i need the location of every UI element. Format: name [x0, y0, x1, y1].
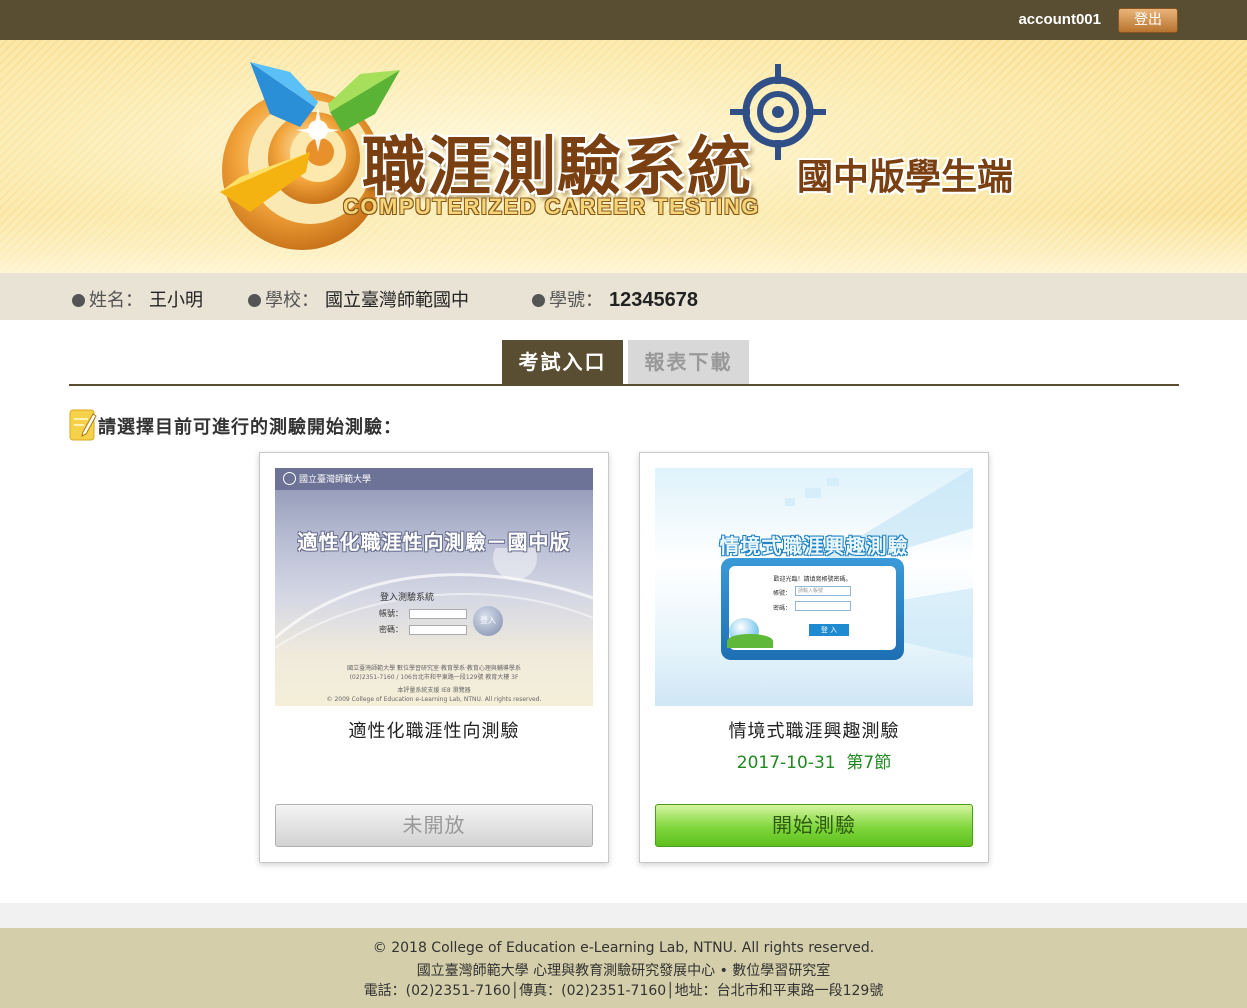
- id-label: 學號：: [549, 290, 603, 311]
- thumb-account-field: 請輸入帳號: [795, 586, 851, 596]
- student-name: 姓名： 王小明: [72, 286, 203, 312]
- test-title: 情境式職涯興趣測驗: [728, 721, 900, 742]
- target-icon: [730, 64, 826, 160]
- student-school: 學校： 國立臺灣師範國中: [248, 286, 469, 312]
- banner-english-title: COMPUTERIZED CAREER TESTING: [343, 194, 760, 219]
- name-value: 王小明: [149, 290, 203, 311]
- footer: © 2018 College of Education e-Learning L…: [0, 928, 1247, 1008]
- thumb-form-title: 登入測驗系統: [380, 593, 435, 603]
- test-date: 2017-10-31: [736, 753, 836, 773]
- school-label: 學校：: [265, 290, 319, 311]
- logout-button[interactable]: 登出: [1118, 8, 1178, 33]
- student-info-bar: 姓名： 王小明 學校： 國立臺灣師範國中 學號： 12345678: [0, 273, 1247, 320]
- not-open-button[interactable]: 未開放: [275, 804, 593, 847]
- name-label: 姓名：: [89, 290, 143, 311]
- banner-subtitle: 國中版學生端: [797, 156, 1014, 198]
- thumb-title: 情境式職涯興趣測驗: [719, 534, 909, 558]
- test-session: 第7節: [846, 753, 892, 773]
- student-id: 學號： 12345678: [532, 286, 698, 312]
- test-thumbnail-aptitude: 國立臺灣師範大學 適性化職涯性向測驗－國中版 登入測驗系統 帳號： 密碼： 登入…: [275, 468, 593, 706]
- contact-info: 電話：(02)2351-7160│傳真：(02)2351-7160│地址：台北市…: [363, 983, 884, 999]
- pencil-note-icon: [69, 409, 97, 441]
- thumb-account-label: 帳號：: [773, 590, 792, 597]
- id-value: 12345678: [609, 289, 698, 311]
- tab-exam-entrance[interactable]: 考試入口: [502, 340, 623, 385]
- university-logo-icon: [283, 472, 296, 485]
- thumb-header: 國立臺灣師範大學: [299, 475, 372, 485]
- thumb-password-field: [795, 601, 851, 611]
- prompt-text: 請選擇目前可進行的測驗開始測驗：: [98, 417, 402, 438]
- test-thumbnail-interest: 情境式職涯興趣測驗 歡迎光臨！請填寫帳號密碼。 帳號： 請輸入帳號 密碼： 登 …: [655, 468, 973, 706]
- thumb-password-label: 密碼：: [773, 605, 792, 612]
- banner: 職涯測驗系統 COMPUTERIZED CAREER TESTING 國中版學生…: [0, 40, 1247, 273]
- tab-divider: [69, 384, 1179, 386]
- thumb-password-field: [409, 625, 467, 635]
- tab-report-download[interactable]: 報表下載: [628, 340, 749, 385]
- school-value: 國立臺灣師範國中: [325, 290, 469, 311]
- thumb-footer: 國立臺灣師範大學 數位學習研究室‧教育學系‧教育心理與輔導學系 (02)2351…: [326, 665, 542, 703]
- copyright: © 2018 College of Education e-Learning L…: [372, 940, 875, 956]
- thumb-login-panel: 歡迎光臨！請填寫帳號密碼。 帳號： 請輸入帳號 密碼： 登 入: [721, 558, 904, 660]
- test-card-interest: 情境式職涯興趣測驗 歡迎光臨！請填寫帳號密碼。 帳號： 請輸入帳號 密碼： 登 …: [639, 452, 989, 863]
- thumb-login-button: 登 入: [809, 624, 849, 636]
- test-schedule: 2017-10-31 第7節: [640, 748, 988, 773]
- thumb-note: 歡迎光臨！請填寫帳號密碼。: [773, 576, 852, 583]
- thumb-password-label: 密碼：: [379, 625, 403, 634]
- account-name: account001: [1018, 11, 1101, 28]
- organization: 國立臺灣師範大學 心理與教育測驗研究發展中心 • 數位學習研究室: [416, 963, 831, 979]
- footer-divider: [0, 903, 1247, 928]
- thumb-account-field: [409, 609, 467, 619]
- test-title: 適性化職涯性向測驗: [348, 721, 520, 742]
- thumb-title: 適性化職涯性向測驗－國中版: [297, 530, 571, 554]
- test-card-aptitude: 國立臺灣師範大學 適性化職涯性向測驗－國中版 登入測驗系統 帳號： 密碼： 登入…: [259, 452, 609, 863]
- start-test-button[interactable]: 開始測驗: [655, 804, 973, 847]
- top-bar: account001 登出: [0, 0, 1247, 40]
- thumb-account-label: 帳號：: [379, 609, 403, 618]
- thumb-login-button: 登入: [473, 606, 503, 636]
